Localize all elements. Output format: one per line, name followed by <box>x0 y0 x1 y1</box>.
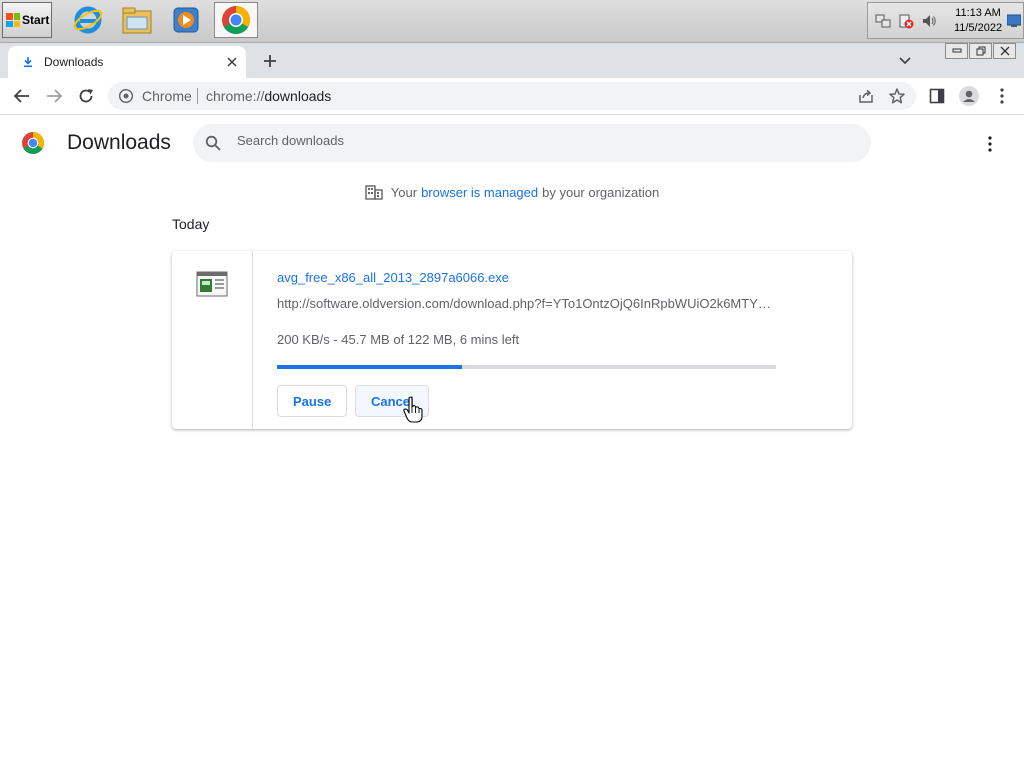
file-source-url[interactable]: http://software.oldversion.com/download.… <box>277 296 777 311</box>
folder-icon <box>122 7 152 34</box>
date-heading: Today <box>172 216 210 232</box>
download-progress-bar <box>277 365 776 369</box>
back-button[interactable] <box>11 85 33 107</box>
chrome-icon <box>222 6 250 34</box>
side-panel-icon <box>929 88 945 104</box>
reload-button[interactable] <box>75 85 97 107</box>
show-desktop-icon[interactable] <box>1007 14 1021 28</box>
page-title: Downloads <box>67 131 171 154</box>
close-icon <box>227 57 237 67</box>
search-icon <box>205 135 221 151</box>
managed-suffix: by your organization <box>542 184 660 200</box>
clock-date: 11/5/2022 <box>953 22 1003 34</box>
chrome-site-icon <box>119 89 133 103</box>
download-status: 200 KB/s - 45.7 MB of 122 MB, 6 mins lef… <box>277 332 520 347</box>
windows-flag-icon <box>6 13 20 27</box>
restore-icon <box>976 46 985 56</box>
system-tray: 11:13 AM 11/5/2022 <box>867 2 1024 39</box>
file-icon-column <box>172 251 253 429</box>
side-panel-button[interactable] <box>926 85 948 107</box>
file-name-link[interactable]: avg_free_x86_all_2013_2897a6066.exe <box>277 270 509 285</box>
tab-close-button[interactable] <box>224 54 240 70</box>
forward-button[interactable] <box>43 85 65 107</box>
tab-downloads[interactable]: Downloads <box>8 46 246 78</box>
download-progress-fill <box>277 365 462 369</box>
clock[interactable]: 11:13 AM 11/5/2022 <box>948 6 1008 36</box>
volume-icon[interactable] <box>921 13 937 29</box>
arrow-left-icon <box>14 89 29 103</box>
kebab-menu-icon <box>988 136 992 152</box>
url-path: downloads <box>264 88 332 104</box>
start-button[interactable]: Start <box>2 2 52 38</box>
profile-button[interactable] <box>958 85 980 107</box>
exe-file-icon <box>196 271 228 297</box>
search-downloads-box[interactable] <box>193 124 871 162</box>
media-player-icon <box>173 7 199 33</box>
chevron-down-icon <box>899 57 911 65</box>
avatar-icon <box>959 86 979 106</box>
ie-icon <box>73 6 103 34</box>
browser-toolbar: Chrome chrome://downloads <box>0 78 1024 115</box>
taskbar-app-chrome[interactable] <box>214 2 258 38</box>
reload-icon <box>79 89 93 103</box>
chrome-logo-icon <box>22 132 44 154</box>
more-actions-button[interactable] <box>979 133 1001 155</box>
site-chip-label: Chrome <box>142 88 192 104</box>
downloads-header: Downloads <box>0 115 1024 171</box>
network-icon[interactable] <box>875 13 891 29</box>
clock-time: 11:13 AM <box>955 7 1001 19</box>
download-item: avg_free_x86_all_2013_2897a6066.exe http… <box>172 251 852 429</box>
tab-strip: Downloads <box>0 43 1024 78</box>
taskbar-app-media-player[interactable] <box>164 2 208 38</box>
url-text: chrome://downloads <box>206 88 331 104</box>
download-icon <box>24 57 32 68</box>
tab-title: Downloads <box>44 55 104 69</box>
taskbar: Start 11:13 AM 11/5/2022 <box>0 0 1024 43</box>
start-label: Start <box>22 13 50 27</box>
close-icon <box>1000 46 1009 56</box>
address-bar[interactable]: Chrome chrome://downloads <box>108 82 916 110</box>
search-input[interactable] <box>237 133 837 148</box>
tab-search-button[interactable] <box>896 53 914 69</box>
plus-icon <box>264 55 276 67</box>
bookmark-star-icon[interactable] <box>888 87 906 105</box>
managed-link[interactable]: browser is managed <box>421 185 538 200</box>
minimize-icon <box>952 48 961 53</box>
window-controls <box>944 43 1016 61</box>
restore-button[interactable] <box>969 43 992 59</box>
browser-menu-button[interactable] <box>991 85 1013 107</box>
managed-notice: Your browser is managed by your organiza… <box>0 184 1024 200</box>
taskbar-app-file-explorer[interactable] <box>115 2 159 38</box>
building-icon <box>365 185 383 200</box>
hand-cursor-icon <box>403 396 423 423</box>
managed-prefix: Your <box>390 184 418 200</box>
omnibox-divider <box>197 88 198 104</box>
minimize-button[interactable] <box>945 43 968 59</box>
kebab-menu-icon <box>1000 88 1004 104</box>
share-icon[interactable] <box>858 88 874 104</box>
pause-button[interactable]: Pause <box>277 385 347 417</box>
url-scheme: chrome:// <box>206 88 265 104</box>
close-window-button[interactable] <box>993 43 1016 59</box>
taskbar-app-internet-explorer[interactable] <box>66 2 110 38</box>
security-alert-icon[interactable] <box>898 13 914 29</box>
new-tab-button[interactable] <box>260 51 280 71</box>
arrow-right-icon <box>47 89 62 103</box>
